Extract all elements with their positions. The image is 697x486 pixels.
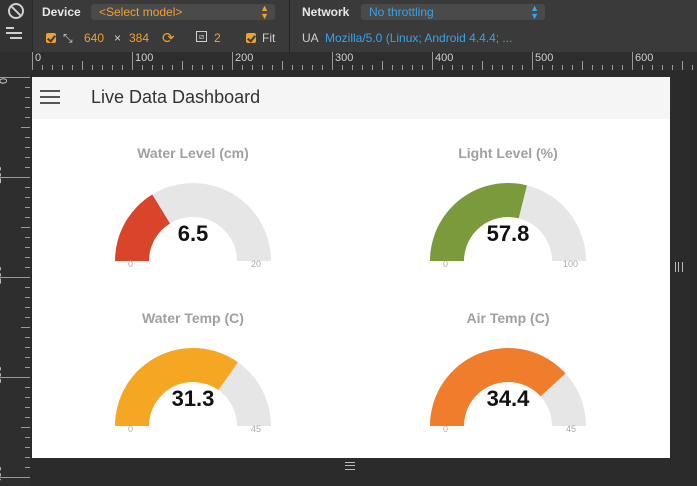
ruler-left-label: 300 bbox=[0, 365, 4, 384]
gauge-arc bbox=[115, 183, 271, 261]
ruler-top-label: 0 bbox=[35, 52, 42, 64]
ua-label: UA bbox=[302, 31, 319, 45]
ruler-top-ticks bbox=[32, 52, 693, 70]
gauge-min-label: 0 bbox=[443, 424, 449, 434]
ruler-left-label: 400 bbox=[0, 465, 4, 484]
gauge-value: 6.5 bbox=[177, 221, 209, 246]
ruler-top-label: 100 bbox=[135, 52, 154, 64]
disable-emulation-icon[interactable] bbox=[8, 3, 24, 19]
select-arrows-icon: ▲ ▼ bbox=[260, 3, 269, 21]
times-symbol: × bbox=[114, 31, 122, 45]
gauge-title: Light Level (%) bbox=[458, 145, 558, 161]
ruler-top-label: 600 bbox=[635, 52, 654, 64]
resolution-checkbox[interactable] bbox=[46, 33, 56, 43]
emulated-viewport: Live Data Dashboard Water Level (cm) 6.5… bbox=[32, 77, 670, 458]
device-label: Device bbox=[42, 5, 81, 19]
device-pixel-ratio-icon: ⧄ bbox=[196, 31, 207, 42]
fit-label: Fit bbox=[262, 31, 276, 45]
select-arrows-icon: ▲ ▼ bbox=[530, 3, 539, 21]
viewport-resize-right[interactable] bbox=[670, 70, 697, 486]
toggle-drawer-icon[interactable] bbox=[6, 27, 22, 41]
gauge-title: Water Temp (C) bbox=[142, 310, 244, 326]
gauge-value: 31.3 bbox=[171, 386, 215, 411]
gauge-arc bbox=[115, 348, 271, 426]
toolbar-separator bbox=[289, 0, 290, 52]
ruler-corner bbox=[0, 52, 32, 70]
toolbar-left-strip bbox=[0, 0, 33, 52]
gauge-min-label: 0 bbox=[128, 424, 134, 434]
gauge-min-label: 0 bbox=[128, 259, 134, 269]
gauge-max-label: 45 bbox=[566, 424, 577, 434]
network-throttling-select[interactable]: No throttling ▲ ▼ bbox=[361, 3, 545, 21]
ruler-left: 0 100 200 300 400 bbox=[0, 70, 30, 486]
gauge-arc bbox=[430, 348, 586, 426]
gauge-title: Air Temp (C) bbox=[466, 310, 550, 326]
device-model-select[interactable]: <Select model> ▲ ▼ bbox=[91, 3, 275, 21]
app-bar: Live Data Dashboard bbox=[32, 77, 670, 119]
gauge-water-level: Water Level (cm) 6.5 0 20 bbox=[93, 145, 293, 285]
gauge-air-temp: Air Temp (C) 34.4 0 45 bbox=[408, 310, 608, 450]
ruler-top-label: 400 bbox=[435, 52, 454, 64]
ruler-top-label: 200 bbox=[235, 52, 254, 64]
fit-checkbox[interactable] bbox=[246, 33, 256, 43]
ruler-left-label: 100 bbox=[0, 165, 4, 184]
gauge-max-label: 20 bbox=[251, 259, 262, 269]
gauge-value: 34.4 bbox=[486, 386, 530, 411]
gauge-max-label: 45 bbox=[251, 424, 262, 434]
device-pixel-ratio-field[interactable]: 2 bbox=[214, 31, 221, 45]
hamburger-menu-icon[interactable] bbox=[40, 90, 62, 106]
gauge-arc bbox=[430, 183, 586, 261]
gauge-min-label: 0 bbox=[443, 259, 449, 269]
ruler-top: 0 100 200 300 400 500 600 bbox=[32, 52, 697, 70]
width-field[interactable]: 640 bbox=[84, 31, 104, 45]
page-title: Live Data Dashboard bbox=[91, 87, 261, 107]
ruler-top-label: 500 bbox=[535, 52, 554, 64]
resize-handle-vertical-icon[interactable] bbox=[345, 462, 355, 470]
ruler-left-label: 200 bbox=[0, 265, 4, 284]
ruler-left-label: 0 bbox=[0, 78, 10, 84]
resize-corner-icon: ⤡ bbox=[63, 31, 73, 45]
network-label: Network bbox=[302, 5, 350, 19]
network-throttling-value: No throttling bbox=[369, 5, 434, 19]
device-model-value: <Select model> bbox=[99, 5, 183, 19]
resize-handle-horizontal-icon[interactable] bbox=[675, 262, 683, 272]
gauge-light-level: Light Level (%) 57.8 0 100 bbox=[408, 145, 608, 285]
devtools-toolbar: Device <Select model> ▲ ▼ ⤡ 640 × 384 ⟳ ⧄… bbox=[0, 0, 697, 52]
gauge-title: Water Level (cm) bbox=[137, 145, 249, 161]
gauge-max-label: 100 bbox=[563, 259, 579, 269]
ruler-left-ticks bbox=[0, 77, 30, 478]
height-field[interactable]: 384 bbox=[129, 31, 149, 45]
ruler-top-label: 300 bbox=[335, 52, 354, 64]
gauge-water-temp: Water Temp (C) 31.3 0 45 bbox=[93, 310, 293, 450]
user-agent-field[interactable]: Mozilla/5.0 (Linux; Android 4.4.4; ... bbox=[325, 31, 512, 45]
swap-dimensions-icon[interactable]: ⟳ bbox=[162, 29, 175, 47]
gauge-value: 57.8 bbox=[486, 221, 530, 246]
